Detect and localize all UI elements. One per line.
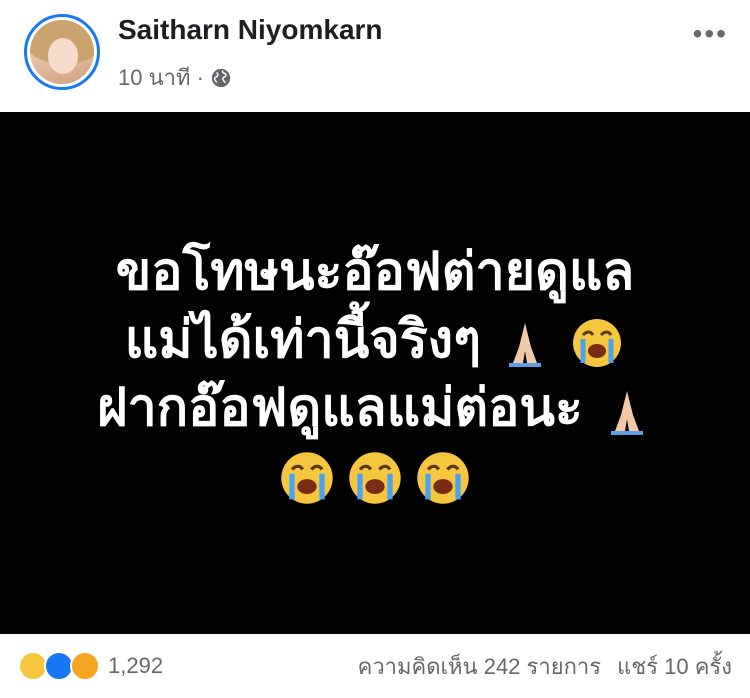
author-avatar[interactable] xyxy=(24,14,100,90)
crying-face-icon xyxy=(277,448,337,508)
post-text-line-3: ฝากอ๊อฟดูแลแม่ต่อนะ xyxy=(97,374,653,442)
globe-icon xyxy=(210,67,232,89)
engagement-stats: ความคิดเห็น 242 รายการ แชร์ 10 ครั้ง xyxy=(358,649,732,684)
praying-hands-icon xyxy=(499,317,551,369)
post-time[interactable]: 10 นาที · xyxy=(118,60,204,95)
post-text-line-2: แม่ได้เท่านี้จริงๆ xyxy=(125,306,625,374)
reactions-summary[interactable]: 1,292 xyxy=(18,651,163,681)
post-meta: 10 นาที · xyxy=(118,60,232,95)
more-options-icon[interactable]: ••• xyxy=(693,18,728,50)
crying-face-icon xyxy=(569,315,625,371)
crying-face-icon xyxy=(413,448,473,508)
reaction-count: 1,292 xyxy=(108,653,164,678)
care-reaction-icon xyxy=(70,651,100,681)
post-footer: 1,292 ความคิดเห็น 242 รายการ แชร์ 10 ครั… xyxy=(0,634,750,698)
crying-emoji-row xyxy=(277,448,473,508)
crying-face-icon xyxy=(345,448,405,508)
comments-link[interactable]: ความคิดเห็น 242 รายการ xyxy=(358,649,601,684)
post-header: Saitharn Niyomkarn 10 นาที · ••• xyxy=(0,0,750,112)
post-text-line-1: ขอโทษนะอ๊อฟต่ายดูแล xyxy=(115,242,635,302)
shares-link[interactable]: แชร์ 10 ครั้ง xyxy=(617,649,732,684)
praying-hands-icon xyxy=(601,385,653,437)
post-image: ขอโทษนะอ๊อฟต่ายดูแล แม่ได้เท่านี้จริงๆ ฝ… xyxy=(0,112,750,634)
author-name[interactable]: Saitharn Niyomkarn xyxy=(118,14,383,46)
